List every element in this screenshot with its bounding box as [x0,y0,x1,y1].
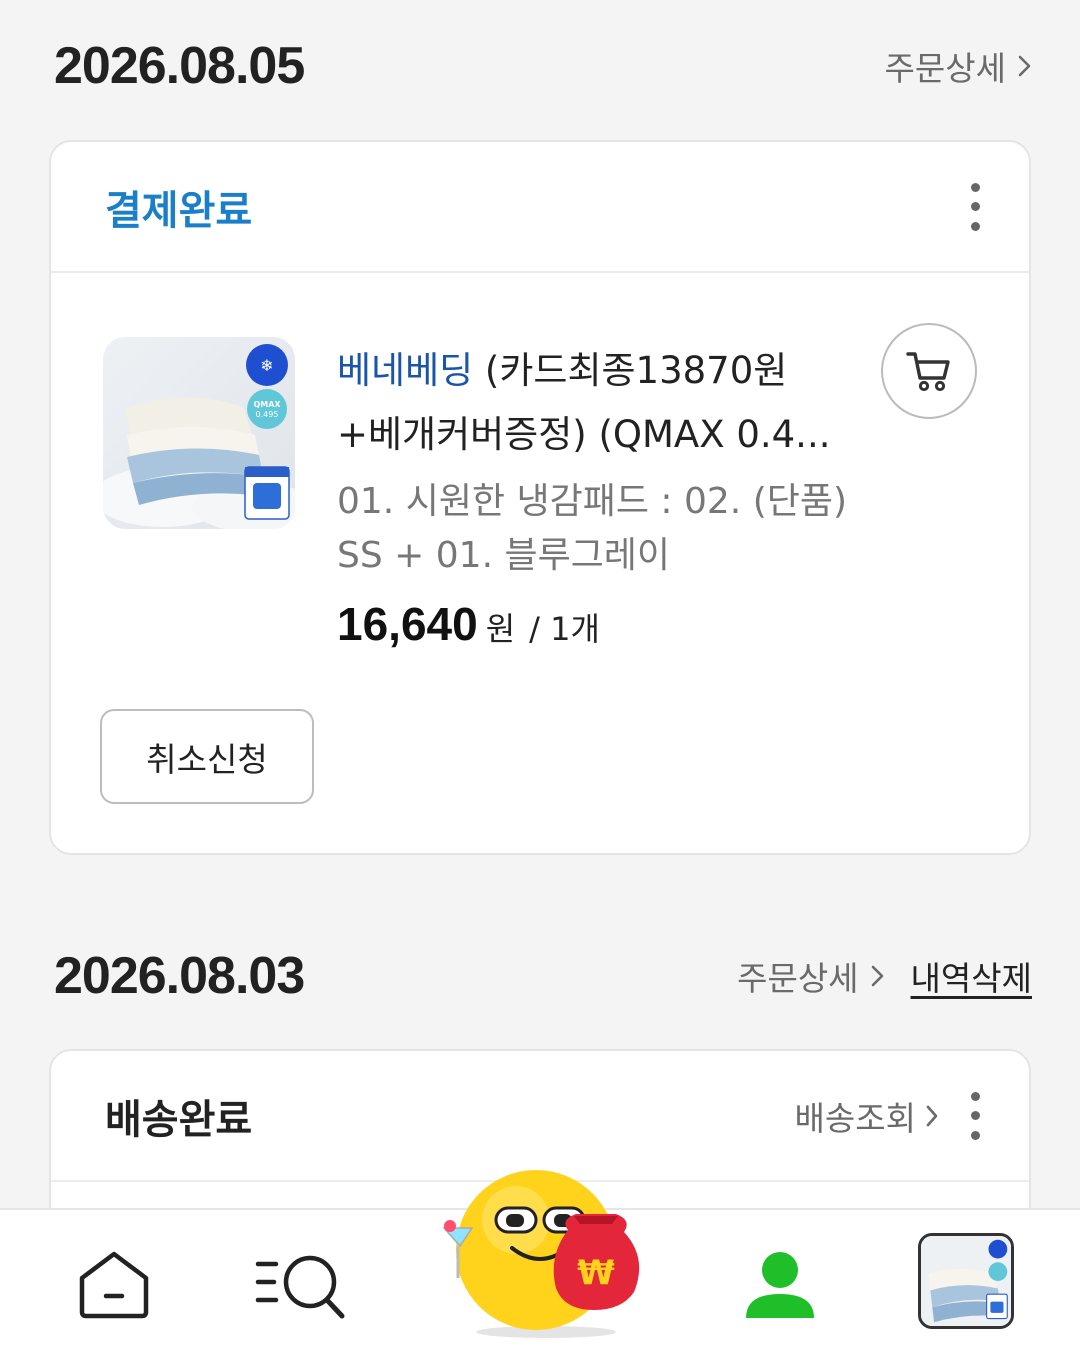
order-detail-label: 주문상세 [737,959,859,998]
event-mascot[interactable]: ₩ [436,1160,656,1340]
order-detail-label: 주문상세 [884,49,1006,88]
delete-history-link[interactable]: 내역삭제 [911,952,1032,1000]
product-option: 01. 시원한 냉감패드 : 02. (단품) SS + 01. 블루그레이 [337,481,848,576]
order-row-actions: 주문상세 내역삭제 [737,952,1032,1000]
order-card: 결제완료 ❄ QMAX 0.495 베네베딩 (카드최종13870원 +베개커버… [49,140,1031,855]
add-to-cart-button[interactable] [881,323,977,419]
more-options-icon[interactable] [965,182,985,231]
track-delivery-link[interactable]: 배송조회 [795,1092,939,1140]
track-delivery-label: 배송조회 [794,1098,916,1138]
order-detail-link[interactable]: 주문상세 [737,952,884,1000]
price-currency: 원 [485,610,516,648]
order-card-header: 결제완료 [51,142,1029,273]
order-date: 2026.08.05 [54,37,305,95]
product-quantity: / 1개 [529,610,600,648]
product-info: 베네베딩 (카드최종13870원 +베개커버증정) (QMAX 0.4... 0… [337,339,857,651]
order-product: ❄ QMAX 0.495 베네베딩 (카드최종13870원 +베개커버증정) (… [51,273,1029,804]
category-search-icon[interactable] [254,1250,348,1320]
product-title[interactable]: 베네베딩 (카드최종13870원 +베개커버증정) (QMAX 0.4... [337,339,857,467]
order-date-row: 2026.08.05 주문상세 [54,36,1032,96]
order-status: 배송완료 [105,1096,253,1143]
product-brand: 베네베딩 [337,349,474,392]
svg-text:❄: ❄ [260,356,273,375]
order-date-row: 2026.08.03 주문상세 내역삭제 [54,946,1032,1006]
svg-text:₩: ₩ [577,1253,615,1293]
order-detail-link[interactable]: 주문상세 [885,42,1032,90]
svg-text:QMAX: QMAX [253,400,281,409]
my-page-icon[interactable] [742,1250,818,1320]
more-options-icon[interactable] [965,1091,985,1140]
cancel-request-button[interactable]: 취소신청 [100,709,314,804]
product-price: 16,640 [337,598,478,650]
price-row: 16,640 원 / 1개 [337,597,857,651]
chevron-right-icon [926,1105,938,1126]
cart-icon [906,352,950,392]
svg-text:0.495: 0.495 [256,410,279,419]
chevron-right-icon [871,965,883,987]
recent-item-thumbnail[interactable] [918,1233,1014,1329]
order-card-actions: 배송조회 [795,1091,985,1140]
order-history-page: 2026.08.05 주문상세 결제완료 ❄ QMAX 0.495 베네베딩 (… [0,0,1080,1354]
home-icon[interactable] [76,1250,152,1320]
order-date: 2026.08.03 [54,947,305,1005]
chevron-right-icon [1018,55,1031,77]
product-thumbnail[interactable]: ❄ QMAX 0.495 [103,337,295,529]
order-status: 결제완료 [105,187,253,234]
